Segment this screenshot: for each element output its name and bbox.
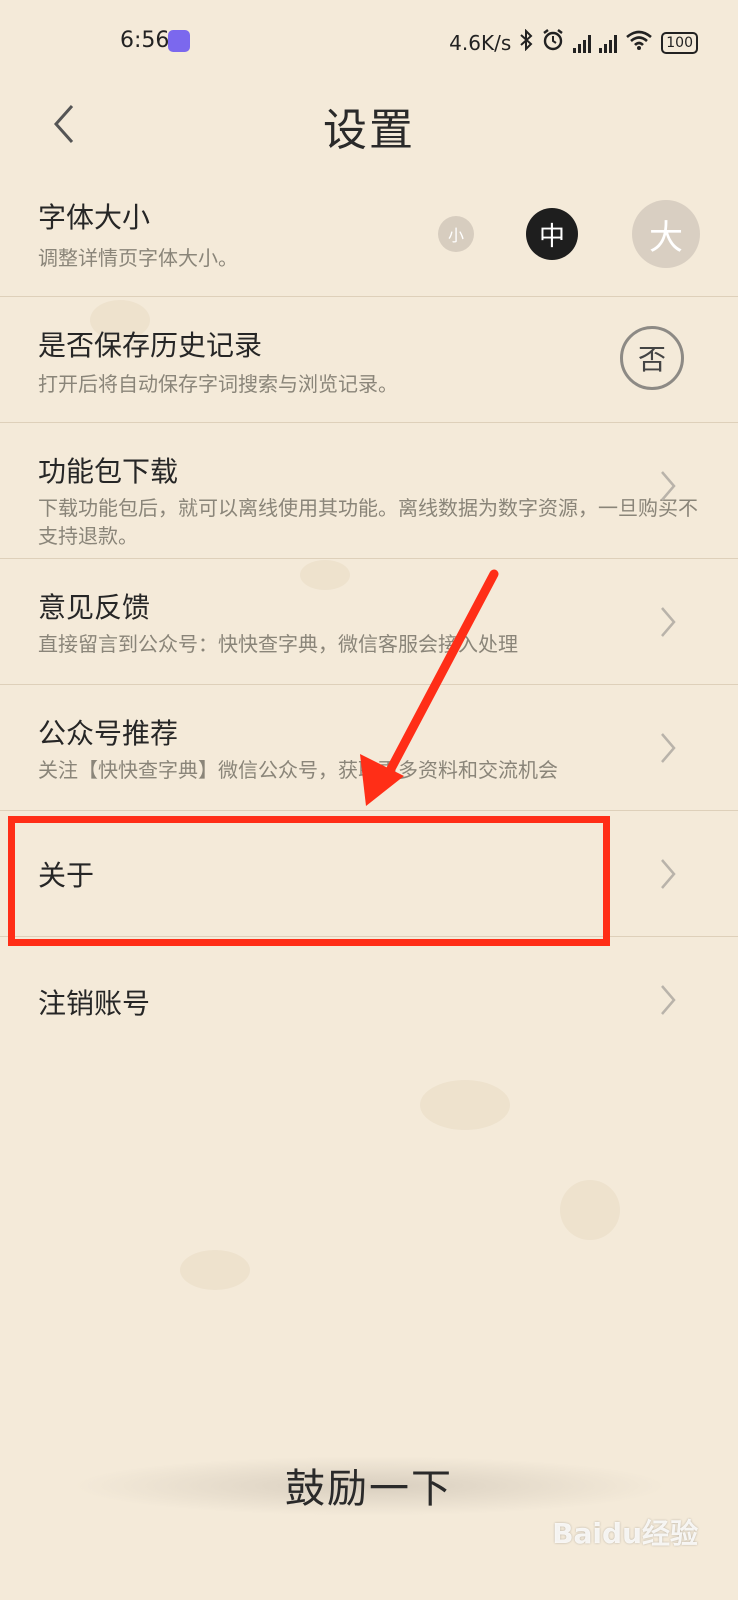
history-subtitle: 打开后将自动保存字词搜索与浏览记录。 — [38, 372, 398, 396]
signal-icon-2 — [599, 33, 618, 53]
chevron-right-icon — [661, 733, 676, 763]
status-bar: 6:56 4.6K/s 100 — [0, 0, 738, 80]
page-title: 设置 — [323, 105, 415, 156]
wifi-icon — [625, 29, 653, 56]
official-account-title: 公众号推荐 — [38, 717, 179, 750]
status-icons: 4.6K/s 100 — [449, 28, 698, 57]
history-row: 是否保存历史记录 打开后将自动保存字词搜索与浏览记录。 否 — [0, 296, 738, 423]
baidu-watermark: Baidu经验 — [552, 1517, 698, 1550]
official-account-subtitle: 关注【快快查字典】微信公众号，获取更多资料和交流机会 — [38, 758, 558, 782]
feedback-row[interactable]: 意见反馈 直接留言到公众号：快快查字典，微信客服会接入处理 — [0, 558, 738, 685]
history-toggle[interactable]: 否 — [620, 326, 684, 390]
official-account-row[interactable]: 公众号推荐 关注【快快查字典】微信公众号，获取更多资料和交流机会 — [0, 684, 738, 811]
battery-icon: 100 — [661, 31, 698, 54]
download-row[interactable]: 功能包下载 下载功能包后，就可以离线使用其功能。离线数据为数字资源，一旦购买不支… — [0, 422, 738, 559]
download-title: 功能包下载 — [38, 455, 179, 488]
chevron-right-icon — [661, 859, 676, 889]
delete-account-row[interactable]: 注销账号 — [0, 936, 738, 1062]
history-title: 是否保存历史记录 — [38, 329, 263, 362]
font-size-small-option[interactable]: 小 — [438, 216, 474, 252]
delete-account-title: 注销账号 — [38, 987, 151, 1020]
highlight-box — [8, 816, 610, 946]
font-size-title: 字体大小 — [38, 201, 151, 234]
alarm-icon — [541, 28, 565, 57]
encourage-button[interactable]: 鼓励一下 — [0, 1456, 738, 1514]
font-size-row: 字体大小 调整详情页字体大小。 小 中 大 — [0, 172, 738, 297]
feedback-title: 意见反馈 — [38, 591, 151, 624]
download-subtitle: 下载功能包后，就可以离线使用其功能。离线数据为数字资源，一旦购买不支持退款。 — [38, 496, 698, 548]
net-speed: 4.6K/s — [449, 30, 512, 55]
app-notification-icon — [168, 30, 190, 52]
status-time: 6:56 — [120, 28, 170, 53]
feedback-subtitle: 直接留言到公众号：快快查字典，微信客服会接入处理 — [38, 632, 518, 656]
font-size-medium-option[interactable]: 中 — [526, 208, 578, 260]
font-size-large-option[interactable]: 大 — [632, 200, 700, 268]
header: 设置 — [0, 80, 738, 172]
chevron-right-icon — [661, 607, 676, 637]
chevron-right-icon — [661, 471, 676, 501]
chevron-right-icon — [661, 985, 676, 1015]
bluetooth-icon — [519, 28, 533, 56]
signal-icon-1 — [573, 33, 592, 53]
